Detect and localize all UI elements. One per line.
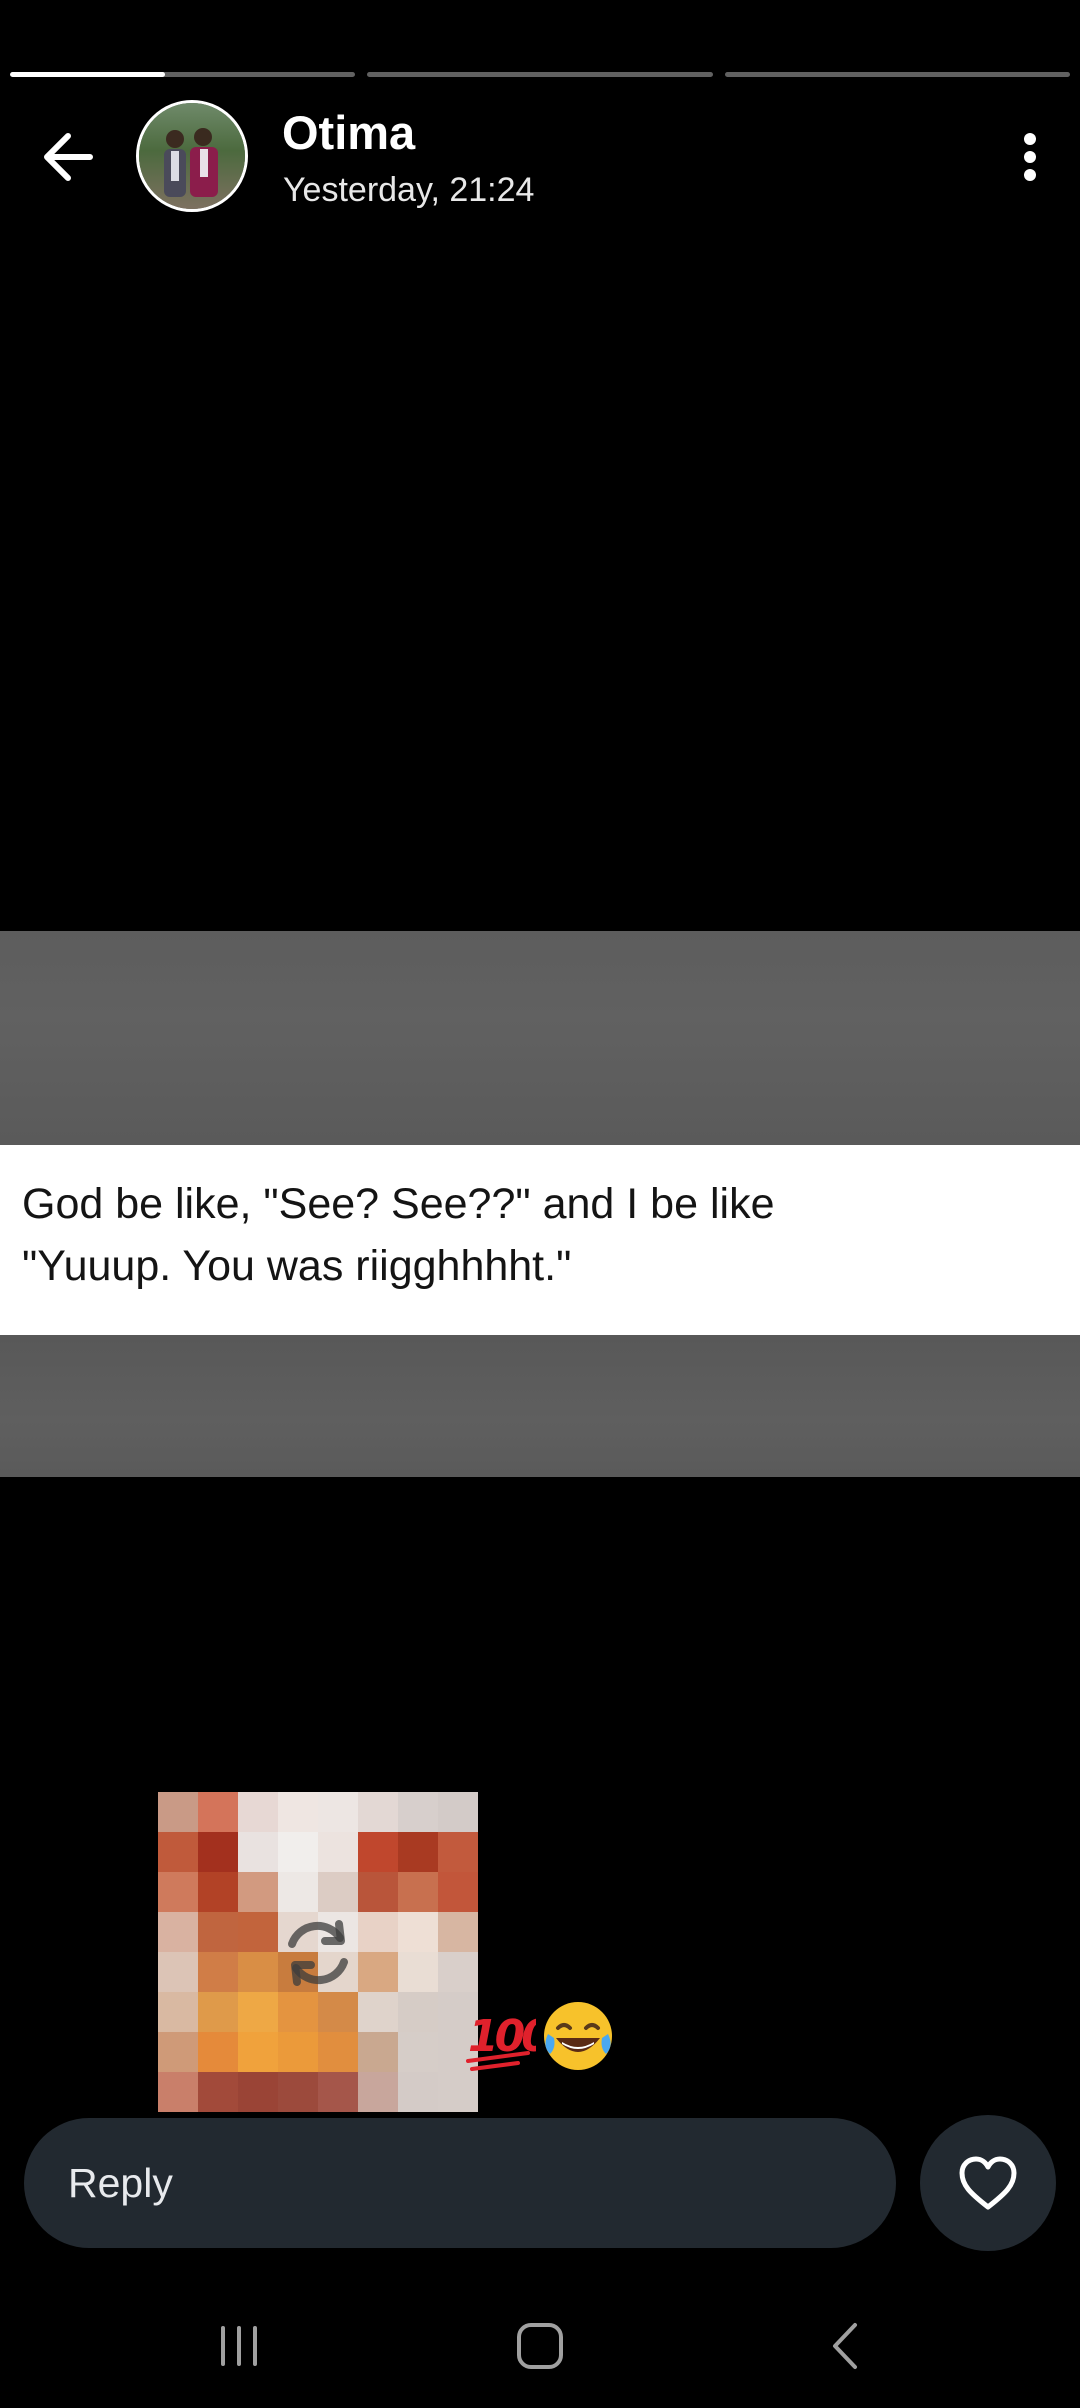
hundred-points-icon: 100: [466, 2011, 555, 2071]
status-progress-bar: [10, 72, 1070, 77]
progress-segment-1-fill: [10, 72, 166, 77]
more-vertical-icon: [1024, 133, 1036, 181]
recents-icon: [221, 2326, 257, 2366]
status-header: Otima Yesterday, 21:24: [0, 100, 1080, 215]
laughing-face-icon: [544, 2002, 612, 2070]
progress-segment-2: [367, 72, 713, 77]
face-with-tears-of-joy-emoji: 😂: [540, 1998, 616, 2079]
tweet-screenshot: God be like, "See? See??" and I be like …: [0, 1145, 1080, 1335]
tweet-line: "Yuuup. You was riigghhhht.": [22, 1242, 572, 1290]
status-caption-emojis: 💯 100 😂: [466, 1998, 616, 2079]
progress-segment-1: [10, 72, 356, 77]
contact-avatar[interactable]: [136, 100, 248, 212]
tweet-line: God be like, "See? See??" and I be like: [22, 1180, 775, 1228]
status-timestamp: Yesterday, 21:24: [283, 171, 535, 209]
reply-placeholder: Reply: [68, 2160, 173, 2206]
like-button[interactable]: [920, 2115, 1056, 2251]
system-back-button[interactable]: [790, 2306, 900, 2386]
arrow-left-icon: [43, 133, 93, 181]
hundred-points-emoji: 💯 100: [466, 2003, 555, 2075]
avatar-photo: [139, 103, 245, 209]
sticker-preview[interactable]: [158, 1792, 478, 2112]
blurred-image-bottom: [0, 1335, 1080, 1477]
more-options-button[interactable]: [1002, 122, 1058, 192]
home-icon: [517, 2323, 563, 2369]
progress-segment-3: [724, 72, 1070, 77]
status-image[interactable]: God be like, "See? See??" and I be like …: [0, 931, 1080, 1477]
reply-input[interactable]: Reply: [24, 2118, 896, 2248]
home-button[interactable]: [485, 2306, 595, 2386]
recents-button[interactable]: [184, 2306, 294, 2386]
contact-name[interactable]: Otima: [282, 105, 415, 161]
back-button[interactable]: [30, 122, 105, 192]
tweet-text: God be like, "See? See??" and I be like …: [22, 1173, 1022, 1297]
back-icon: [833, 2323, 857, 2369]
system-navigation-bar: [0, 2280, 1080, 2408]
blurred-image-top: [0, 931, 1080, 1145]
status-viewer-screen: Otima Yesterday, 21:24 God be like, "See…: [0, 0, 1080, 2408]
retry-download-icon[interactable]: [273, 1908, 363, 1998]
heart-icon: [959, 2156, 1017, 2210]
